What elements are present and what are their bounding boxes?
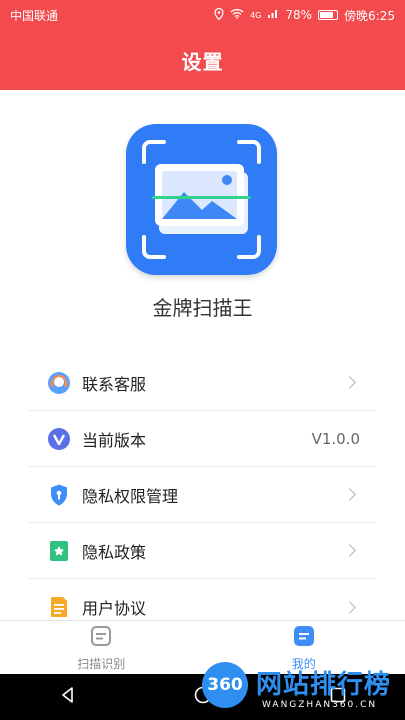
status-bar: 中国联通 4G 78% 傍晚6:25 [0, 0, 405, 30]
chevron-right-icon [343, 600, 356, 614]
mine-tab-icon [293, 625, 315, 651]
menu-item-version[interactable]: 当前版本 V1.0.0 [28, 411, 376, 467]
version-value: V1.0.0 [311, 429, 360, 448]
system-nav-bar [0, 674, 405, 720]
menu-label-customer-service: 联系客服 [82, 374, 147, 394]
back-icon[interactable] [58, 685, 78, 709]
scan-tab-icon [90, 625, 112, 651]
wifi-icon [230, 8, 244, 22]
bookmark-icon [46, 538, 72, 564]
tab-mine[interactable]: 我的 [203, 621, 405, 675]
bottom-tab-bar: 扫描识别 我的 [0, 620, 405, 675]
signal-icon [267, 8, 279, 22]
menu-label-privacy-policy: 隐私政策 [82, 542, 147, 562]
chevron-right-icon [343, 488, 356, 501]
recent-apps-icon[interactable] [328, 685, 348, 709]
carrier-label: 中国联通 [10, 8, 59, 23]
menu-item-customer-service[interactable]: 联系客服 [28, 355, 376, 411]
home-icon[interactable] [193, 685, 213, 709]
tab-label-mine: 我的 [291, 656, 316, 671]
app-logo [126, 124, 277, 275]
battery-percent: 78% [285, 8, 313, 22]
menu-label-user-agreement: 用户协议 [82, 599, 147, 618]
menu-item-privacy-permissions[interactable]: 隐私权限管理 [28, 467, 376, 523]
app-name: 金牌扫描王 [152, 296, 253, 320]
chevron-right-icon [343, 544, 356, 557]
page-title: 设置 [181, 49, 224, 74]
tab-scan[interactable]: 扫描识别 [0, 621, 203, 675]
menu-label-privacy-permissions: 隐私权限管理 [82, 486, 179, 506]
location-icon [214, 7, 224, 23]
menu-item-privacy-policy[interactable]: 隐私政策 [28, 523, 376, 579]
status-icons: 4G 78% 傍晚6:25 [214, 7, 395, 24]
shield-icon [46, 482, 72, 508]
chevron-right-icon [343, 376, 356, 389]
version-icon [46, 426, 72, 452]
tab-label-scan: 扫描识别 [77, 656, 126, 671]
battery-icon [318, 10, 339, 20]
scanner-logo-icon [142, 140, 261, 259]
page-header: 设置 [0, 30, 405, 90]
document-icon [46, 594, 72, 620]
network-type-label: 4G [250, 10, 262, 20]
settings-menu: 联系客服 当前版本 V1.0.0 隐私权限管理 隐私政策 用户协议 [28, 355, 376, 635]
clock: 傍晚6:25 [344, 8, 395, 23]
headset-icon [46, 370, 72, 396]
menu-label-version: 当前版本 [82, 430, 147, 450]
